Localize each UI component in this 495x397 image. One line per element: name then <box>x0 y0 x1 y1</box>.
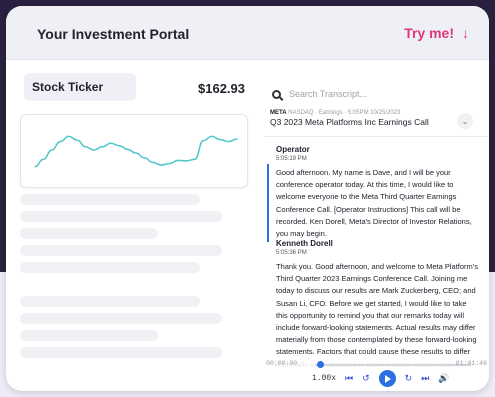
speaker-timestamp: 5:05:36 PM <box>276 250 307 256</box>
transcript-search[interactable] <box>268 84 480 104</box>
search-icon <box>272 89 281 99</box>
portal-card: Your Investment Portal Try me! ↓ Stock T… <box>6 6 489 391</box>
player-controls: 1.00x ⏮ ↺ ↻ ⏭ 🔊 <box>312 370 450 387</box>
stock-chart <box>20 114 248 188</box>
speaker-name: Operator <box>276 145 310 154</box>
call-meta: META NASDAQ · Earnings · 5:05PM 10/25/20… <box>270 110 400 116</box>
search-input[interactable] <box>287 88 471 100</box>
chevron-down-icon: ⌄ <box>461 116 469 126</box>
transcript-text: Good afternoon. My name is Dave, and I w… <box>276 168 472 239</box>
volume-icon[interactable]: 🔊 <box>438 373 449 384</box>
total-time: 01:01:46 <box>455 360 487 367</box>
try-me-label: Try me! <box>404 25 454 41</box>
placeholder-line <box>20 194 200 205</box>
placeholder-line <box>20 296 200 307</box>
transcript-entry[interactable]: Kenneth Dorell 5:05:36 PM Thank you. Goo… <box>276 239 478 367</box>
active-entry-indicator <box>267 164 269 242</box>
transcript-panel[interactable]: Operator 5:05:19 PM Good afternoon. My n… <box>264 136 489 367</box>
call-title: Q3 2023 Meta Platforms Inc Earnings Call <box>270 117 429 127</box>
seek-thumb[interactable] <box>316 361 324 368</box>
speaker-name: Kenneth Dorell <box>276 239 333 248</box>
stock-chart-svg <box>34 135 238 168</box>
portal-title: Your Investment Portal <box>37 26 190 42</box>
placeholder-line <box>20 245 222 256</box>
playback-speed-button[interactable]: 1.00x <box>312 374 336 383</box>
skip-next-icon[interactable]: ⏭ <box>421 373 429 384</box>
placeholder-line <box>20 313 222 324</box>
try-me-link[interactable]: Try me! ↓ <box>404 25 469 41</box>
placeholder-line <box>20 347 222 358</box>
placeholder-line <box>20 228 158 239</box>
seek-bar[interactable] <box>315 364 471 366</box>
placeholder-line <box>20 211 222 222</box>
portal-header: Your Investment Portal Try me! ↓ <box>6 6 489 60</box>
placeholder-line <box>20 330 158 341</box>
skip-previous-icon[interactable]: ⏮ <box>345 373 353 384</box>
play-icon <box>385 374 392 383</box>
rewind-icon[interactable]: ↺ <box>362 373 370 384</box>
stock-price-line <box>34 135 238 168</box>
arrow-down-icon: ↓ <box>462 25 469 41</box>
speaker-timestamp: 5:05:19 PM <box>276 156 307 162</box>
stock-ticker-label: Stock Ticker <box>24 73 136 101</box>
fast-forward-icon[interactable]: ↻ <box>405 373 413 384</box>
transcript-entry[interactable]: Operator 5:05:19 PM Good afternoon. My n… <box>276 145 478 240</box>
audio-player: 00:00:00 01:01:46 1.00x ⏮ ↺ ↻ ⏭ 🔊 <box>264 358 489 391</box>
placeholder-line <box>20 262 200 273</box>
play-button[interactable] <box>378 370 396 387</box>
stock-price: $162.93 <box>198 81 245 96</box>
call-meta-text: NASDAQ · Earnings · 5:05PM 10/25/2023 <box>288 110 401 116</box>
call-ticker: META <box>270 110 287 116</box>
expand-button[interactable]: ⌄ <box>457 113 473 129</box>
current-time: 00:00:00 <box>266 360 298 367</box>
transcript-text: Thank you. Good afternoon, and welcome t… <box>276 262 478 367</box>
